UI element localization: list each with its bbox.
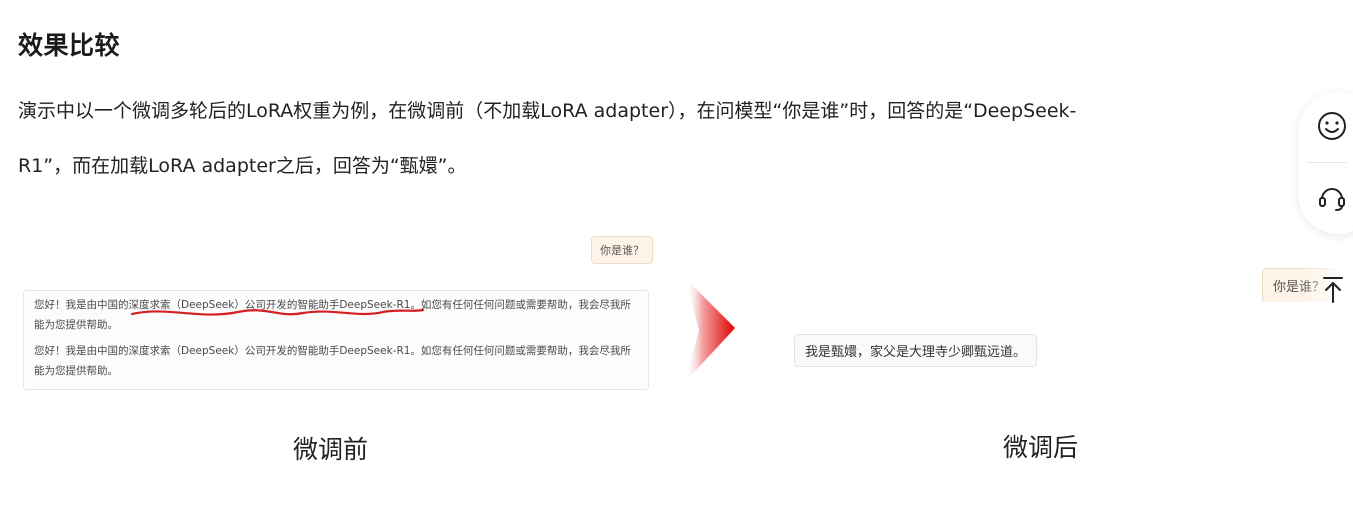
caption-before: 微调前	[293, 435, 369, 464]
intro-paragraph: 演示中以一个微调多轮后的LoRA权重为例，在微调前（不加载LoRA adapte…	[18, 100, 1077, 177]
section-title: 效果比较	[18, 31, 121, 60]
question-bubble-before: 你是谁？	[591, 236, 653, 264]
floating-toolbar	[1298, 92, 1353, 234]
caption-after: 微调后	[1003, 433, 1079, 462]
arrow-up-to-line-icon	[1323, 277, 1343, 303]
answer-text-before-2: 您好！我是由中国的深度求索（DeepSeek）公司开发的智能助手DeepSeek…	[34, 345, 631, 377]
emoji-button[interactable]	[1310, 104, 1353, 148]
transition-arrow-icon	[685, 278, 735, 382]
toolbar-divider	[1306, 162, 1346, 163]
headset-icon	[1319, 188, 1345, 211]
red-underline-annotation	[130, 308, 425, 316]
smile-face-icon	[1318, 112, 1346, 140]
back-to-top-button[interactable]	[1318, 272, 1348, 306]
answer-bubble-after: 我是甄嬛，家父是大理寺少卿甄远道。	[794, 334, 1038, 367]
comparison-figure: 你是谁？ 您好！我是由中国的深度求索（DeepSeek）公司开发的智能助手Dee…	[0, 220, 1353, 480]
customer-service-button[interactable]	[1310, 176, 1353, 220]
answer-box-before: 您好！我是由中国的深度求索（DeepSeek）公司开发的智能助手DeepSeek…	[23, 290, 649, 390]
